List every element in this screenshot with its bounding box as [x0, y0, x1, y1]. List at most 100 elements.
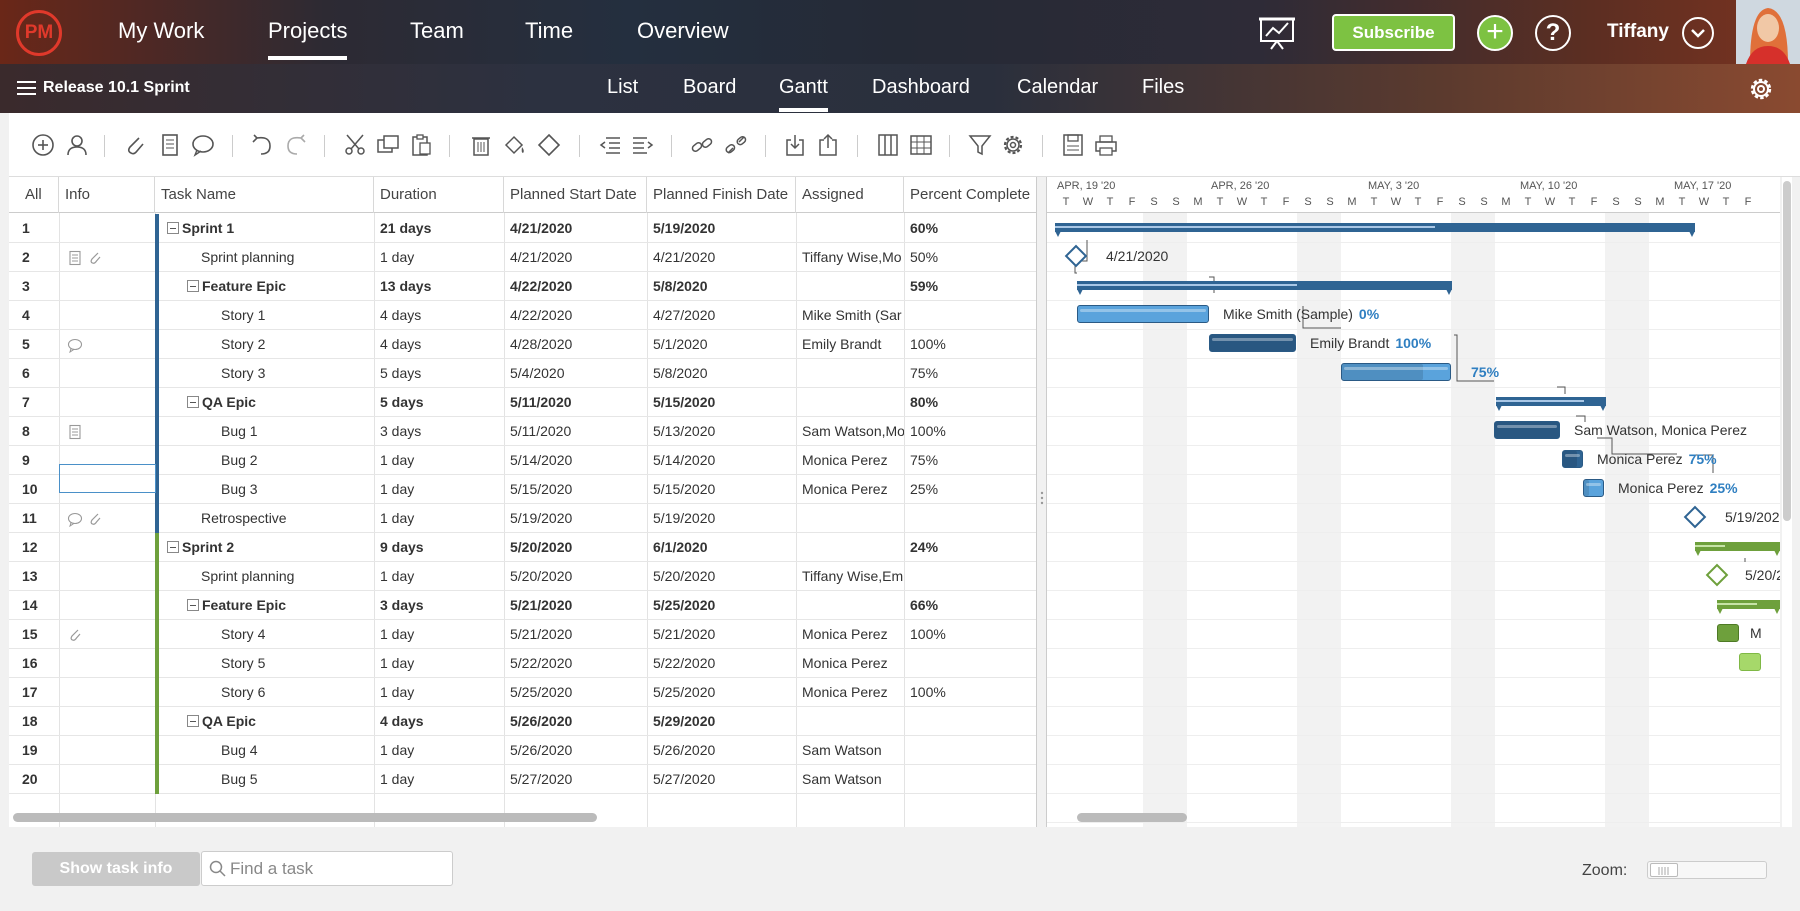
- finish-date-cell[interactable]: 5/15/2020: [647, 475, 796, 504]
- import-icon[interactable]: [782, 132, 808, 158]
- table-row[interactable]: 14 Feature Epic 3 days 5/21/2020 5/25/2020 66…: [9, 591, 1036, 620]
- delete-icon[interactable]: [468, 132, 494, 158]
- assigned-cell[interactable]: Monica Perez: [796, 620, 904, 649]
- row-number[interactable]: 15: [9, 620, 59, 649]
- info-cell[interactable]: [59, 330, 155, 359]
- info-cell[interactable]: [59, 214, 155, 243]
- finish-date-cell[interactable]: 5/8/2020: [647, 272, 796, 301]
- assigned-cell[interactable]: Monica Perez: [796, 649, 904, 678]
- percent-cell[interactable]: 80%: [904, 388, 1036, 417]
- tab-dashboard[interactable]: Dashboard: [872, 76, 970, 99]
- finish-date-cell[interactable]: 5/20/2020: [647, 562, 796, 591]
- table-row[interactable]: 2 Sprint planning 1 day 4/21/2020 4/21/2020 T…: [9, 243, 1036, 272]
- summary-bar[interactable]: [1496, 397, 1606, 411]
- task-name-cell[interactable]: Bug 1: [159, 417, 374, 446]
- percent-cell[interactable]: 75%: [904, 359, 1036, 388]
- filter-icon[interactable]: [967, 132, 993, 158]
- duration-cell[interactable]: 1 day: [374, 446, 504, 475]
- start-date-cell[interactable]: 5/25/2020: [504, 678, 647, 707]
- start-date-cell[interactable]: 5/26/2020: [504, 736, 647, 765]
- start-date-cell[interactable]: 5/20/2020: [504, 562, 647, 591]
- save-icon[interactable]: [1060, 132, 1086, 158]
- info-cell[interactable]: [59, 417, 155, 446]
- header-percent[interactable]: Percent Complete: [904, 177, 1036, 213]
- row-number[interactable]: 8: [9, 417, 59, 446]
- assigned-cell[interactable]: Tiffany Wise,Mo: [796, 243, 904, 272]
- duration-cell[interactable]: 4 days: [374, 301, 504, 330]
- assigned-cell[interactable]: [796, 707, 904, 736]
- splitter-handle[interactable]: [1037, 177, 1047, 827]
- task-bar[interactable]: [1209, 334, 1296, 352]
- duration-cell[interactable]: 13 days: [374, 272, 504, 301]
- finish-date-cell[interactable]: 5/14/2020: [647, 446, 796, 475]
- collapse-icon[interactable]: [167, 222, 179, 234]
- zoom-slider[interactable]: [1647, 861, 1767, 879]
- duration-cell[interactable]: 1 day: [374, 649, 504, 678]
- task-name-cell[interactable]: Retrospective: [159, 504, 374, 533]
- attachment-icon[interactable]: [87, 511, 103, 527]
- header-start[interactable]: Planned Start Date: [504, 177, 647, 213]
- duration-cell[interactable]: 3 days: [374, 591, 504, 620]
- assigned-cell[interactable]: [796, 591, 904, 620]
- duration-cell[interactable]: 1 day: [374, 620, 504, 649]
- task-bar[interactable]: [1562, 450, 1583, 468]
- table-row[interactable]: 17 Story 61 day 5/25/2020 5/25/2020 Monica P…: [9, 678, 1036, 707]
- percent-cell[interactable]: 25%: [904, 475, 1036, 504]
- table-row[interactable]: 11 Retrospective 1 day 5/19/2020 5/19/2020: [9, 504, 1036, 533]
- duration-cell[interactable]: 1 day: [374, 504, 504, 533]
- task-name-cell[interactable]: Bug 2: [159, 446, 374, 475]
- row-number[interactable]: 16: [9, 649, 59, 678]
- percent-cell[interactable]: [904, 301, 1036, 330]
- add-icon[interactable]: +: [1477, 15, 1513, 51]
- zoom-slider-handle[interactable]: [1650, 863, 1678, 877]
- percent-cell[interactable]: 100%: [904, 330, 1036, 359]
- finish-date-cell[interactable]: 5/25/2020: [647, 678, 796, 707]
- info-cell[interactable]: [59, 620, 155, 649]
- duration-cell[interactable]: 1 day: [374, 678, 504, 707]
- table-row[interactable]: 16 Story 51 day 5/22/2020 5/22/2020 Monica P…: [9, 649, 1036, 678]
- add-user-icon[interactable]: [64, 132, 90, 158]
- info-cell[interactable]: [59, 301, 155, 330]
- gantt-horizontal-scrollbar[interactable]: [1077, 813, 1187, 822]
- percent-cell[interactable]: [904, 765, 1036, 794]
- assigned-cell[interactable]: [796, 504, 904, 533]
- task-name-cell[interactable]: Story 3: [159, 359, 374, 388]
- duration-cell[interactable]: 5 days: [374, 388, 504, 417]
- header-finish[interactable]: Planned Finish Date: [647, 177, 796, 213]
- table-row[interactable]: 3 Feature Epic 13 days 4/22/2020 5/8/2020 59%: [9, 272, 1036, 301]
- start-date-cell[interactable]: 5/11/2020: [504, 388, 647, 417]
- assigned-cell[interactable]: Emily Brandt: [796, 330, 904, 359]
- table-row[interactable]: 9 Bug 21 day 5/14/2020 5/14/2020 Monica Pere…: [9, 446, 1036, 475]
- summary-bar[interactable]: [1055, 223, 1695, 237]
- percent-cell[interactable]: 50%: [904, 243, 1036, 272]
- percent-cell[interactable]: 100%: [904, 678, 1036, 707]
- finish-date-cell[interactable]: 5/21/2020: [647, 620, 796, 649]
- task-name-cell[interactable]: Sprint planning: [159, 562, 374, 591]
- row-number[interactable]: 9: [9, 446, 59, 475]
- grid-horizontal-scrollbar[interactable]: [13, 813, 597, 822]
- summary-bar[interactable]: [1717, 600, 1780, 614]
- percent-cell[interactable]: [904, 504, 1036, 533]
- info-cell[interactable]: [59, 243, 155, 272]
- duration-cell[interactable]: 1 day: [374, 736, 504, 765]
- summary-bar[interactable]: [1695, 542, 1780, 556]
- show-task-info-button[interactable]: Show task info: [32, 852, 200, 886]
- info-cell[interactable]: [59, 765, 155, 794]
- task-name-cell[interactable]: Sprint 1: [159, 214, 374, 243]
- percent-cell[interactable]: 24%: [904, 533, 1036, 562]
- task-name-cell[interactable]: Story 5: [159, 649, 374, 678]
- milestone-icon[interactable]: [536, 132, 562, 158]
- finish-date-cell[interactable]: 5/29/2020: [647, 707, 796, 736]
- percent-cell[interactable]: [904, 736, 1036, 765]
- collapse-icon[interactable]: [187, 396, 199, 408]
- chevron-down-icon[interactable]: [1682, 17, 1714, 49]
- duration-cell[interactable]: 9 days: [374, 533, 504, 562]
- start-date-cell[interactable]: 4/22/2020: [504, 272, 647, 301]
- assigned-cell[interactable]: [796, 359, 904, 388]
- row-number[interactable]: 12: [9, 533, 59, 562]
- comment-icon[interactable]: [67, 337, 83, 354]
- start-date-cell[interactable]: 4/21/2020: [504, 243, 647, 272]
- export-icon[interactable]: [815, 132, 841, 158]
- start-date-cell[interactable]: 5/22/2020: [504, 649, 647, 678]
- task-bar[interactable]: [1717, 624, 1739, 642]
